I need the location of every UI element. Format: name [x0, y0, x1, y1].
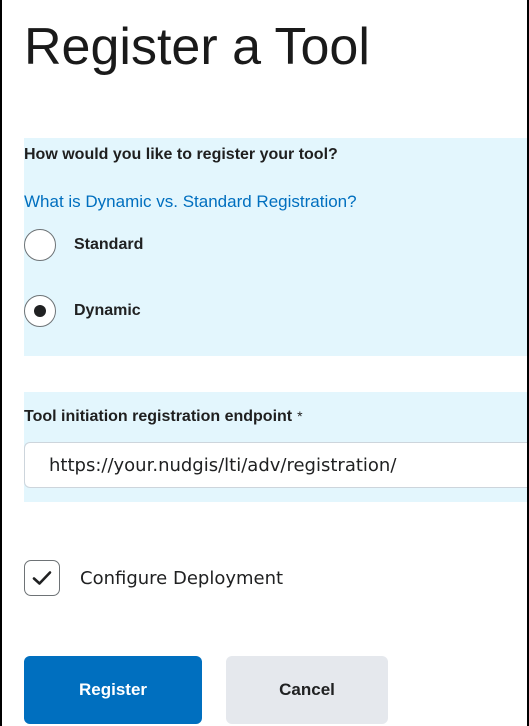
checkmark-icon: [32, 571, 52, 585]
radio-dynamic-circle[interactable]: [24, 295, 56, 327]
registration-question: How would you like to register your tool…: [24, 146, 338, 163]
endpoint-panel: Tool initiation registration endpoint *: [24, 392, 527, 502]
radio-standard-label: Standard: [74, 236, 144, 253]
endpoint-label-text: Tool initiation registration endpoint: [24, 408, 293, 425]
endpoint-url-input[interactable]: [24, 442, 527, 488]
radio-dot-icon: [34, 305, 46, 317]
cancel-button[interactable]: Cancel: [226, 656, 388, 724]
radio-dynamic-label: Dynamic: [74, 302, 141, 319]
configure-deployment-option[interactable]: Configure Deployment: [24, 560, 283, 596]
endpoint-field-label: Tool initiation registration endpoint *: [24, 408, 303, 426]
register-button[interactable]: Register: [24, 656, 202, 724]
register-tool-page: Register a Tool How would you like to re…: [0, 0, 529, 726]
radio-option-dynamic[interactable]: Dynamic: [24, 292, 141, 330]
page-title: Register a Tool: [24, 18, 370, 76]
registration-help-link[interactable]: What is Dynamic vs. Standard Registratio…: [24, 192, 357, 212]
radio-option-standard[interactable]: Standard: [24, 226, 143, 264]
configure-deployment-checkbox[interactable]: [24, 560, 60, 596]
configure-deployment-label: Configure Deployment: [80, 567, 284, 589]
required-marker: *: [297, 408, 303, 424]
radio-standard-circle[interactable]: [24, 229, 56, 261]
